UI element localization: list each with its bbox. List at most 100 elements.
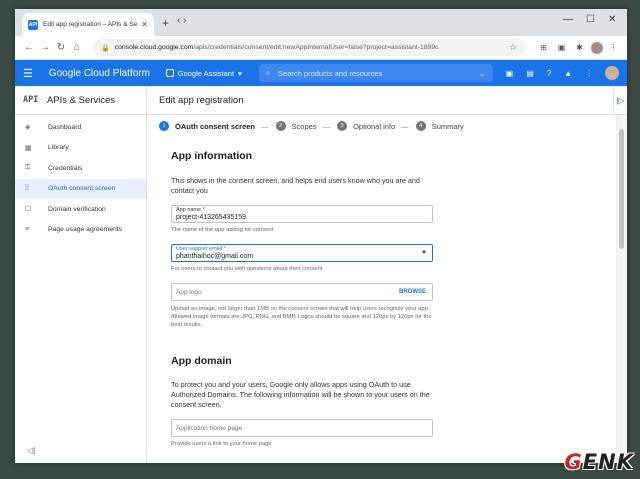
scrollbar-track[interactable] [616,115,627,463]
watermark-g: G [564,450,583,474]
search-placeholder: Search products and resources [278,68,383,78]
step-label: Summary [431,121,464,131]
reload-icon[interactable]: ↻ [53,42,69,53]
step-label: Optional info [353,121,396,131]
dashboard-icon: ◈ [25,124,31,132]
app-registration-form: App information This shows in the consen… [171,150,433,448]
app-name-value: project-413265435159 [176,214,247,221]
collapse-sidebar-icon[interactable]: ◁| [27,446,35,455]
sidebar-header: API APIs & Services [15,86,146,115]
hamburger-menu-icon[interactable]: ☰ [23,67,43,80]
extensions-puzzle-icon[interactable]: ✱ [572,42,587,54]
step-oauth-consent-screen[interactable]: 1 OAuth consent screen [159,121,255,131]
app-name-field[interactable]: App name * project-413265435159 [171,205,433,223]
library-icon: ▦ [25,144,32,152]
sidebar-item-page-usage-agreements[interactable]: ≡ Page usage agreements [15,220,146,241]
browser-window: API Edit app registration – APIs & Se ✕ … [15,9,627,463]
app-information-description: This shows in the consent screen, and he… [171,176,420,195]
address-bar[interactable]: 🔒 console.cloud.google.com/apis/credenti… [93,39,525,56]
page-title: Edit app registration [147,86,627,115]
sidebar-item-label: Page usage agreements [48,226,123,234]
key-icon: ⚿ [25,164,31,172]
app-logo-placeholder: App logo [176,289,202,296]
scrollbar-thumb[interactable] [619,129,624,249]
sidebar-item-label: Domain verification [48,205,106,213]
support-email-label: User support email * [176,246,226,252]
watermark-text: ENK [582,450,634,474]
sidebar-item-label: Credentials [48,164,83,172]
window-close-icon[interactable]: ✕ [608,14,616,25]
browser-menu-icon[interactable]: ⋮ [606,42,621,54]
profile-avatar[interactable] [591,41,603,54]
bookmark-star-icon[interactable]: ☆ [509,42,517,53]
support-email-select[interactable]: User support email * phanthaihoc@gmail.c… [171,244,433,262]
step-summary[interactable]: 4 Summary [415,121,464,131]
dropdown-arrow-icon: ▼ [421,250,427,256]
minimize-icon[interactable]: — [563,14,573,25]
more-options-icon[interactable]: ⋮ [585,69,593,78]
maximize-icon[interactable]: ☐ [586,14,595,25]
sidebar-item-dashboard[interactable]: ◈ Dashboard [15,117,146,138]
api-favicon-icon: API [28,19,38,30]
step-number: 3 [337,121,348,131]
support-email-value: phanthaihoc@gmail.com [176,253,254,260]
back-icon[interactable]: ← [21,42,37,53]
sidebar-title: APIs & Services [47,94,116,106]
new-tab-icon[interactable]: + [162,16,169,30]
api-logo-icon: API [23,95,39,105]
tab-strip: API Edit app registration – APIs & Se ✕ … [15,9,627,36]
sidebar-item-library[interactable]: ▦ Library [15,138,146,159]
home-page-placeholder: Application home page [176,425,243,432]
extension-badge-icon[interactable]: ▣ [554,42,569,54]
product-title[interactable]: Google Cloud Platform [49,68,152,79]
step-divider: — [261,121,270,131]
sidebar-item-credentials[interactable]: ⚿ Credentials [15,158,146,179]
notifications-icon[interactable]: ▲ [564,69,572,78]
app-logo-helper: Upload an image, not larger than 1MB on … [171,306,432,328]
settings-list-icon: ≡ [25,226,30,234]
stepper: 1 OAuth consent screen — 2 Scopes — 3 Op… [147,115,627,137]
project-selector[interactable]: Google Assistant ▾ [165,68,255,78]
sidebar-item-oauth-consent-screen[interactable]: ⁞⁞ OAuth consent screen [15,178,146,199]
home-icon[interactable]: ⌂ [69,42,85,53]
main-area: API APIs & Services ◈ Dashboard ▦ Librar… [15,86,627,463]
tab-scroll-icon[interactable]: ‹ › [177,15,186,26]
genk-watermark-logo: G ENK [565,450,634,474]
forward-icon[interactable]: → [37,42,53,53]
lock-icon: 🔒 [101,44,110,52]
sidebar-item-domain-verification[interactable]: ☐ Domain verification [15,199,146,220]
sidebar-nav: ◈ Dashboard ▦ Library ⚿ Credentials ⁞⁞ O… [15,115,146,240]
step-label: OAuth consent screen [175,121,256,131]
url-domain: console.cloud.google.com [114,44,194,51]
project-name: Google Assistant [177,68,235,78]
app-domain-description: To protect you and your users, Google on… [171,380,430,409]
tab-title: Edit app registration – APIs & Se [43,21,138,28]
gift-icon[interactable]: ▣ [506,69,514,78]
browser-tab[interactable]: API Edit app registration – APIs & Se ✕ [22,13,154,36]
extension-translate-icon[interactable]: ⊞ [536,42,551,54]
step-scopes[interactable]: 2 Scopes [275,121,317,131]
project-icon [165,69,174,77]
search-input[interactable]: ⌕ Search products and resources ⌄ [258,64,493,82]
show-info-panel-icon[interactable]: |▷ [613,86,627,115]
content-panel: Edit app registration |▷ 1 OAuth consent… [147,86,627,463]
app-domain-heading: App domain [171,355,232,367]
chevron-down-icon: ▾ [238,68,242,78]
gcp-header: ☰ Google Cloud Platform Google Assistant… [15,60,627,86]
support-email-helper: For users to contact you with questions … [171,266,323,272]
app-logo-field[interactable]: App logo BROWSE [171,283,433,301]
home-page-input[interactable]: Application home page [171,419,433,437]
browse-button[interactable]: BROWSE [399,289,426,295]
cloud-shell-icon[interactable]: ▤ [526,69,534,78]
help-icon[interactable]: ? [547,69,551,78]
app-information-heading: App information [171,150,253,162]
search-expand-icon[interactable]: ⌄ [479,69,486,78]
consent-grid-icon: ⁞⁞ [25,185,29,193]
step-divider: — [322,121,332,131]
tab-close-icon[interactable]: ✕ [141,20,148,29]
checkbox-icon: ☐ [25,206,32,214]
home-page-helper: Provide users a link to your home page [171,441,272,447]
account-avatar[interactable] [605,66,619,80]
search-icon: ⌕ [265,68,271,77]
step-optional-info[interactable]: 3 Optional info [337,121,395,131]
